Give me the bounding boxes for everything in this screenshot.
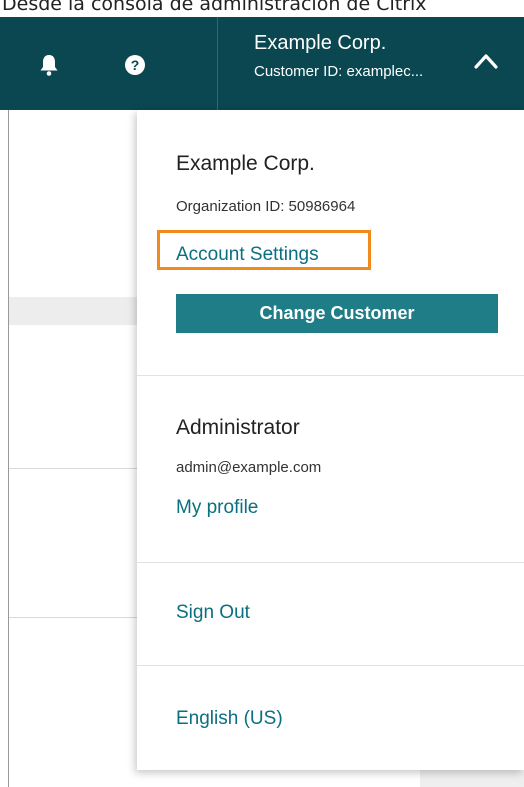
sign-out-link[interactable]: Sign Out bbox=[176, 602, 250, 624]
header-divider bbox=[217, 17, 218, 110]
header-customer-id[interactable]: Customer ID: examplec... bbox=[254, 63, 423, 80]
my-profile-link[interactable]: My profile bbox=[176, 497, 258, 519]
menu-org-id: Organization ID: 50986964 bbox=[176, 198, 356, 215]
svg-text:?: ? bbox=[131, 57, 140, 73]
bell-icon[interactable] bbox=[38, 53, 60, 77]
header-org-name[interactable]: Example Corp. bbox=[254, 32, 386, 55]
menu-org-name: Example Corp. bbox=[176, 152, 315, 175]
menu-user-role: Administrator bbox=[176, 416, 300, 439]
caption-text: Desde la consola de administración de Ci… bbox=[2, 0, 427, 15]
chevron-up-icon[interactable] bbox=[473, 51, 499, 71]
account-dropdown-menu: Example Corp. Organization ID: 50986964 … bbox=[137, 110, 524, 770]
top-navigation-bar: ? Example Corp. Customer ID: examplec... bbox=[0, 17, 524, 110]
menu-user-email: admin@example.com bbox=[176, 459, 322, 476]
question-circle-icon[interactable]: ? bbox=[124, 54, 146, 76]
menu-divider bbox=[137, 375, 524, 376]
account-settings-link[interactable]: Account Settings bbox=[176, 244, 319, 266]
background-divider bbox=[9, 468, 137, 469]
menu-divider bbox=[137, 665, 524, 666]
background-divider bbox=[9, 617, 137, 618]
page-frame-edge bbox=[8, 110, 9, 787]
background-row bbox=[9, 297, 137, 325]
menu-divider bbox=[137, 562, 524, 563]
background-footer bbox=[420, 769, 524, 787]
language-selector[interactable]: English (US) bbox=[176, 708, 283, 730]
change-customer-button[interactable]: Change Customer bbox=[176, 294, 498, 333]
